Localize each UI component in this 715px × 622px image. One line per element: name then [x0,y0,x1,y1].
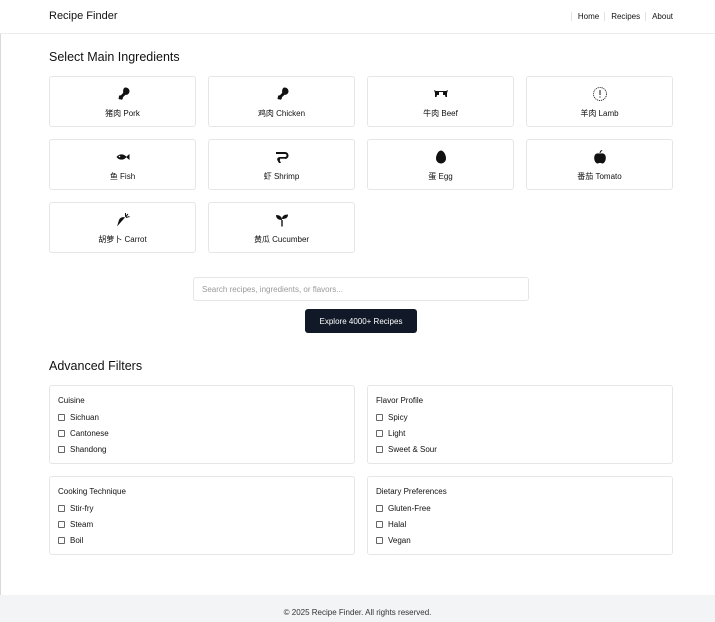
option-label: Steam [70,520,94,529]
ingredient-label: 番茄 Tomato [577,172,622,181]
checkbox[interactable] [58,446,65,453]
ingredient-card-shrimp[interactable]: 虾 Shrimp [208,139,355,190]
egg-icon [368,149,513,165]
ingredient-label: 黄瓜 Cucumber [253,235,310,244]
ingredient-card-egg[interactable]: 蛋 Egg [367,139,514,190]
filter-option-light[interactable]: Light [376,429,405,438]
option-label: Shandong [70,445,107,454]
ingredient-label: 鱼 Fish [109,172,136,181]
option-label: Cantonese [70,429,109,438]
filter-option-boil[interactable]: Boil [58,536,83,545]
advanced-filters-heading: Advanced Filters [49,359,143,373]
option-label: Sichuan [70,413,99,422]
checkbox[interactable] [58,414,65,421]
seedling-icon [209,212,354,228]
explore-recipes-button[interactable]: Explore 4000+ Recipes [305,309,417,333]
footer: © 2025 Recipe Finder. All rights reserve… [0,595,715,622]
ingredient-card-lamb[interactable]: 羊肉 Lamb [526,76,673,127]
ingredient-card-cucumber[interactable]: 黄瓜 Cucumber [208,202,355,253]
filter-option-shandong[interactable]: Shandong [58,445,106,454]
filter-option-halal[interactable]: Halal [376,520,406,529]
checkbox[interactable] [58,505,65,512]
navbar: Recipe Finder Home Recipes About [0,0,715,34]
filter-option-sichuan[interactable]: Sichuan [58,413,99,422]
option-label: Boil [70,536,84,545]
carrot-icon [50,212,195,228]
option-label: Stir-fry [70,504,94,513]
ingredient-label: 鸡肉 Chicken [257,109,306,118]
search-input[interactable] [193,277,529,301]
checkbox[interactable] [58,430,65,437]
ingredient-label: 虾 Shrimp [263,172,300,181]
fish-icon [50,149,195,165]
option-label: Spicy [388,413,408,422]
filter-group-title: Flavor Profile [376,396,424,405]
checkbox[interactable] [376,430,383,437]
ingredient-card-carrot[interactable]: 胡萝卜 Carrot [49,202,196,253]
cow-icon [368,86,513,102]
checkbox[interactable] [376,414,383,421]
checkbox[interactable] [376,537,383,544]
filter-option-steam[interactable]: Steam [58,520,93,529]
nav-link-about[interactable]: About [645,12,673,21]
filter-option-sweet-sour[interactable]: Sweet & Sour [376,445,437,454]
option-label: Light [388,429,406,438]
drumstick-icon [209,86,354,102]
filter-option-cantonese[interactable]: Cantonese [58,429,109,438]
filter-option-gluten-free[interactable]: Gluten-Free [376,504,431,513]
option-label: Sweet & Sour [388,445,437,454]
filter-group-cooking-technique: Cooking Technique Stir-fry Steam Boil [49,476,355,555]
apple-icon [527,149,672,165]
ingredient-card-chicken[interactable]: 鸡肉 Chicken [208,76,355,127]
ingredient-card-fish[interactable]: 鱼 Fish [49,139,196,190]
ingredients-heading: Select Main Ingredients [49,50,180,64]
drumstick-icon [50,86,195,102]
filter-group-title: Dietary Preferences [376,487,447,496]
nav-links: Home Recipes About [566,12,673,21]
checkbox[interactable] [376,446,383,453]
checkbox[interactable] [376,521,383,528]
ingredient-label: 胡萝卜 Carrot [98,235,147,244]
option-label: Vegan [388,536,411,545]
filter-option-spicy[interactable]: Spicy [376,413,408,422]
ingredient-label: 牛肉 Beef [423,109,458,118]
nav-link-recipes[interactable]: Recipes [604,12,640,21]
footer-copyright: © 2025 Recipe Finder. All rights reserve… [283,608,432,617]
filter-group-cuisine: Cuisine Sichuan Cantonese Shandong [49,385,355,464]
nav-link-home[interactable]: Home [570,12,599,21]
ingredient-card-beef[interactable]: 牛肉 Beef [367,76,514,127]
option-label: Halal [388,520,407,529]
checkbox[interactable] [376,505,383,512]
filter-group-flavor-profile: Flavor Profile Spicy Light Sweet & Sour [367,385,673,464]
filter-option-vegan[interactable]: Vegan [376,536,411,545]
shrimp-icon [209,149,354,165]
checkbox[interactable] [58,521,65,528]
filter-group-title: Cuisine [58,396,85,405]
info-circle-icon [527,86,672,102]
ingredient-card-tomato[interactable]: 番茄 Tomato [526,139,673,190]
ingredient-label: 猪肉 Pork [105,109,140,118]
ingredient-label: 蛋 Egg [428,172,453,181]
option-label: Gluten-Free [388,504,431,513]
filter-group-title: Cooking Technique [58,487,126,496]
filter-group-dietary-preferences: Dietary Preferences Gluten-Free Halal Ve… [367,476,673,555]
ingredient-label: 羊肉 Lamb [580,109,619,118]
checkbox[interactable] [58,537,65,544]
filter-option-stir-fry[interactable]: Stir-fry [58,504,94,513]
brand-logo[interactable]: Recipe Finder [49,10,117,22]
ingredient-card-pork[interactable]: 猪肉 Pork [49,76,196,127]
